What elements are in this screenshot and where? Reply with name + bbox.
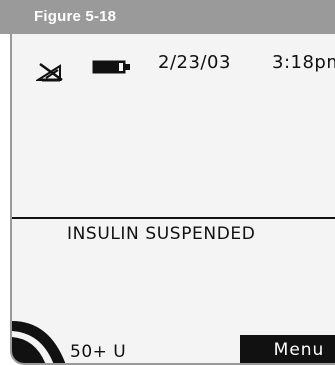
- menu-button-label: Menu: [273, 340, 325, 360]
- battery-icon: [92, 60, 130, 74]
- status-message: INSULIN SUSPENDED: [67, 224, 256, 244]
- status-date: 2/23/03: [158, 52, 231, 73]
- no-signal-icon: [36, 62, 63, 82]
- menu-softkey-button[interactable]: Menu: [240, 335, 335, 363]
- reservoir-units: 50+ U: [70, 342, 127, 362]
- message-divider: [12, 217, 335, 219]
- figure-tab: Figure 5-18: [12, 0, 162, 34]
- pump-screen: 2/23/03 3:18pm INSULIN SUSPENDED 50+ U M…: [10, 34, 335, 365]
- figure-header-bar: Figure 5-18: [0, 0, 335, 34]
- reservoir-gauge-icon: [12, 321, 66, 363]
- status-time: 3:18pm: [272, 52, 335, 73]
- figure-label: Figure 5-18: [34, 8, 117, 25]
- status-bar: 2/23/03 3:18pm: [12, 34, 335, 82]
